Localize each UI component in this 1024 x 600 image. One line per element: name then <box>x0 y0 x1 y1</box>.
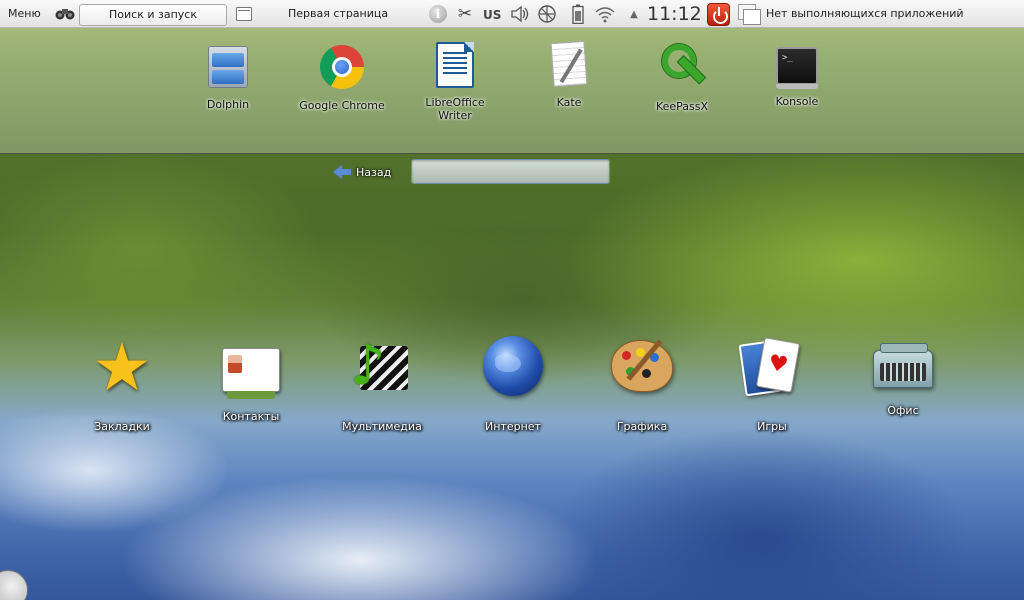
binoculars-icon[interactable] <box>55 7 75 20</box>
key-icon <box>658 42 706 90</box>
category-label: Интернет <box>485 420 541 433</box>
text-editor-icon <box>550 40 588 88</box>
favorite-google-chrome[interactable]: Google Chrome <box>292 42 392 112</box>
cards-icon <box>740 336 804 400</box>
favorite-label: LibreOffice Writer <box>425 96 485 122</box>
back-button[interactable]: Назад <box>333 163 391 181</box>
back-label: Назад <box>356 165 392 179</box>
favorites-bar: Dolphin Google Chrome LibreOffice Writer… <box>0 28 1024 154</box>
show-desktop-icon[interactable] <box>236 7 252 21</box>
favorite-label: KeePassX <box>655 100 709 113</box>
category-bookmarks[interactable]: ★ Закладки <box>67 329 177 434</box>
category-internet[interactable]: Интернет <box>458 336 568 433</box>
category-label: Закладки <box>94 420 150 433</box>
multimedia-icon <box>350 336 414 400</box>
favorite-dolphin[interactable]: Dolphin <box>178 42 278 111</box>
favorite-label: Konsole <box>775 95 819 108</box>
category-label: Офис <box>887 404 919 417</box>
terminal-icon <box>776 47 818 89</box>
top-panel: Меню Поиск и запуск Первая страница i ✂ … <box>0 0 1024 28</box>
wifi-icon[interactable] <box>595 4 615 24</box>
category-label: Игры <box>757 420 787 433</box>
favorite-keepassx[interactable]: KeePassX <box>632 42 732 113</box>
palette-icon <box>611 340 673 392</box>
tasks-icon[interactable] <box>738 4 761 25</box>
search-input[interactable] <box>411 159 610 184</box>
tasks-status: Нет выполняющихся приложений <box>766 7 964 20</box>
scissors-icon[interactable]: ✂ <box>455 4 475 24</box>
category-graphics[interactable]: Графика <box>587 336 697 433</box>
contacts-icon <box>222 348 280 399</box>
category-office[interactable]: Офис <box>848 336 958 417</box>
menu-button[interactable]: Меню <box>8 7 41 20</box>
star-icon: ★ <box>92 329 152 406</box>
category-label: Графика <box>616 420 668 433</box>
favorite-konsole[interactable]: Konsole <box>747 42 847 108</box>
battery-icon[interactable] <box>568 4 588 24</box>
back-arrow-tail <box>342 169 351 175</box>
keyboard-layout-indicator[interactable]: US <box>483 8 501 22</box>
favorite-kate[interactable]: Kate <box>519 40 619 109</box>
search-launch-button[interactable]: Поиск и запуск <box>79 4 227 26</box>
chrome-icon <box>320 45 364 89</box>
network-icon[interactable] <box>537 4 557 24</box>
first-page-button[interactable]: Первая страница <box>288 7 388 20</box>
desktop-toolbox-icon[interactable] <box>0 570 28 600</box>
writer-icon <box>436 42 474 88</box>
clock[interactable]: 11:12 <box>647 3 702 25</box>
category-games[interactable]: Игры <box>717 336 827 433</box>
favorite-label: Kate <box>556 96 582 109</box>
category-label: Контакты <box>222 410 280 423</box>
volume-icon[interactable] <box>510 4 530 24</box>
category-multimedia[interactable]: Мультимедиа <box>327 336 437 433</box>
favorite-libreoffice-writer[interactable]: LibreOffice Writer <box>405 42 505 122</box>
category-contacts[interactable]: Контакты <box>196 336 306 423</box>
globe-icon <box>483 336 543 396</box>
file-manager-icon <box>208 46 248 88</box>
favorite-label: Dolphin <box>206 98 250 111</box>
info-icon[interactable]: i <box>428 4 448 24</box>
favorite-label: Google Chrome <box>299 99 385 112</box>
typewriter-icon <box>873 343 933 388</box>
expand-tray-icon[interactable]: ▲ <box>624 4 644 24</box>
category-label: Мультимедиа <box>342 420 422 433</box>
back-arrow-icon <box>333 165 342 179</box>
power-icon[interactable] <box>707 3 730 26</box>
